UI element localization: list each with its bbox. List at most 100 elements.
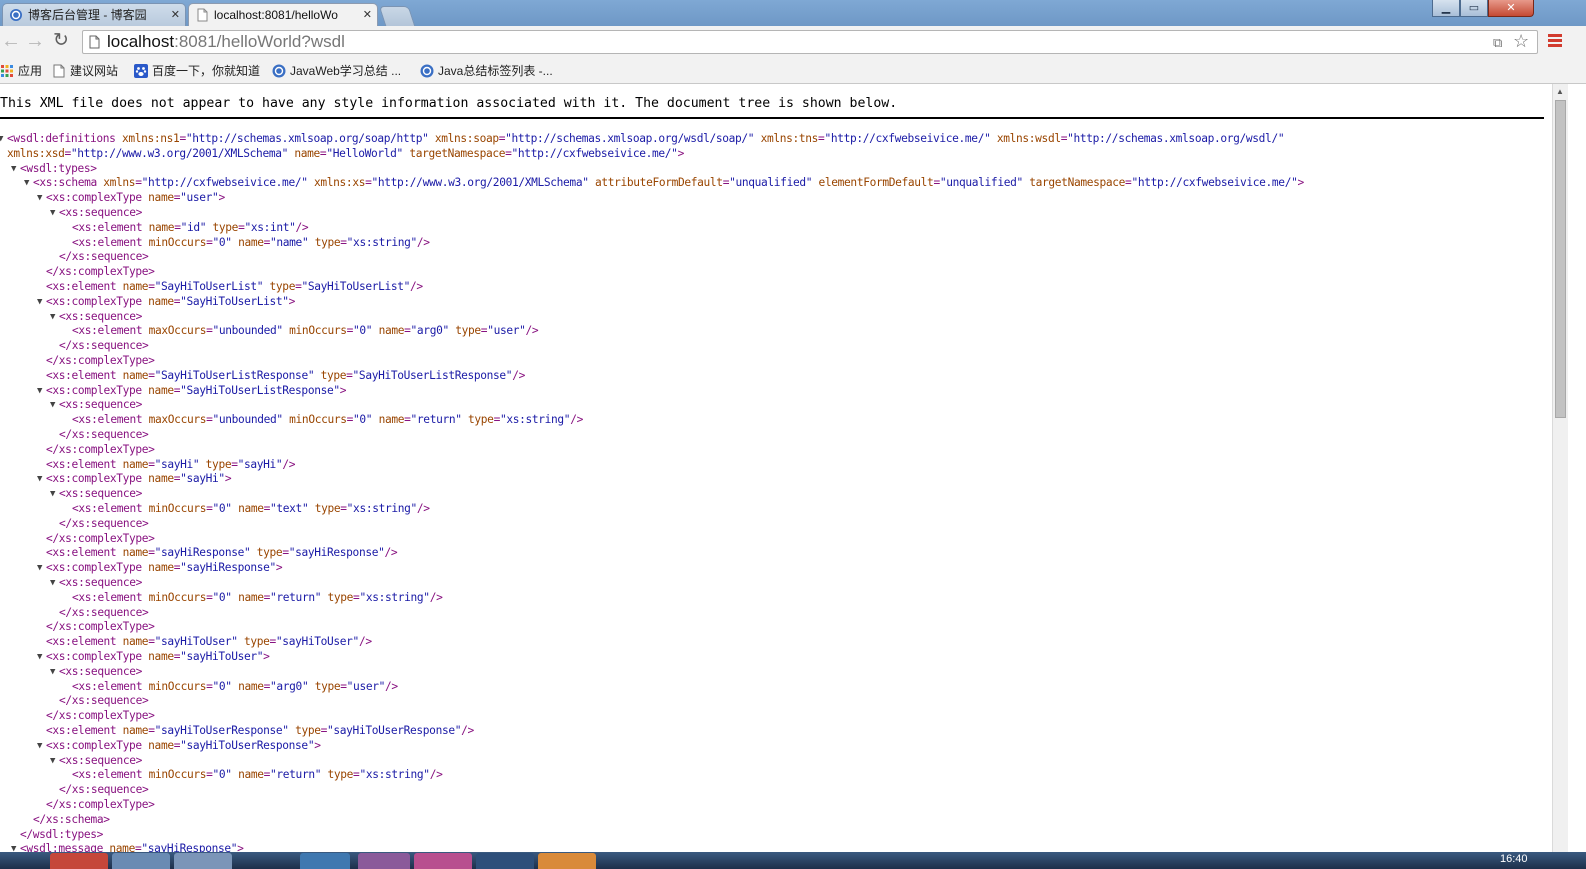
scroll-up-arrow-icon[interactable]: ▲ (1556, 87, 1564, 96)
page-icon (197, 8, 208, 22)
xml-line-text: <xs:schema xmlns="http://cxfwebseivice.m… (33, 176, 1304, 191)
tab-blog-admin[interactable]: 博客后台管理 - 博客园 ✕ (2, 3, 186, 26)
xml-tag-text: <wsdl:definitions (7, 132, 122, 145)
xml-attr-value: "0" (353, 324, 373, 338)
close-icon[interactable]: ✕ (171, 4, 180, 26)
collapse-triangle-icon[interactable]: ▼ (37, 295, 42, 310)
taskbar-app-button[interactable] (476, 853, 534, 869)
xml-attr-value: "xs:string" (346, 502, 418, 515)
xml-tag-text: </xs:complexType> (46, 354, 155, 367)
url-text[interactable]: localhost:8081/helloWorld?wsdl (107, 32, 345, 52)
xml-line-text: </xs:sequence> (59, 783, 149, 798)
xml-attr-name: name (148, 294, 174, 308)
xml-attr-name: type (256, 546, 283, 560)
xml-tag-text: </xs:complexType> (46, 265, 155, 279)
xml-line-text: <xs:element maxOccurs="unbounded" minOcc… (72, 324, 539, 339)
xml-attr-name: type (320, 368, 347, 382)
collapse-triangle-icon[interactable]: ▼ (50, 754, 55, 769)
xml-attr-value: "0" (212, 768, 233, 782)
xml-tag-text: /> (385, 679, 398, 693)
xml-attr-name: name (378, 413, 405, 427)
forward-arrow-icon[interactable]: → (24, 30, 46, 52)
xml-attr-name: minOccurs (148, 679, 207, 693)
vertical-scrollbar[interactable]: ▲ (1552, 84, 1568, 869)
collapse-triangle-icon[interactable]: ▼ (37, 384, 42, 399)
bookmark-label: 应用 (18, 64, 43, 78)
close-window-button[interactable]: ✕ (1488, 0, 1534, 17)
collapse-triangle-icon[interactable]: ▼ (50, 310, 55, 325)
close-icon[interactable]: ✕ (363, 4, 372, 26)
xml-tag-text: <xs:element (72, 324, 149, 338)
xml-attr-name: type (295, 724, 321, 737)
xml-line-text: </xs:complexType> (46, 798, 155, 813)
xml-tag-text: <xs:element (46, 546, 123, 560)
bookmark-star-icon[interactable]: ☆ (1513, 31, 1529, 52)
collapse-triangle-icon[interactable]: ▼ (24, 176, 29, 191)
collapse-triangle-icon[interactable]: ▼ (50, 398, 55, 413)
xml-attr-name: xmlns:xsd (7, 146, 65, 160)
xml-line-text: </xs:sequence> (59, 428, 149, 443)
collapse-triangle-icon[interactable]: ▼ (37, 650, 42, 665)
tab-label: 博客后台管理 - 博客园 (28, 8, 147, 22)
xml-line-text: <xs:element name="sayHi" type="sayHi"/> (46, 458, 295, 473)
collapse-triangle-icon[interactable]: ▼ (50, 576, 55, 591)
xml-attr-name: name (238, 235, 264, 249)
xml-tag-text: > (339, 383, 347, 397)
xml-attr-name: xmlns:soap (434, 132, 499, 145)
xml-attr-name: name (148, 472, 174, 486)
collapse-triangle-icon[interactable]: ▼ (50, 487, 55, 502)
xml-attr-name: name (122, 635, 149, 649)
xml-tag-text: </xs:complexType> (46, 531, 155, 545)
collapse-triangle-icon[interactable]: ▼ (50, 665, 55, 680)
xml-line-text: <wsdl:types> (20, 162, 97, 177)
minimize-button[interactable]: ▁ (1432, 0, 1460, 17)
xml-line-text: <xs:complexType name="sayHi"> (46, 472, 232, 487)
xml-attr-value: "unqualified" (729, 176, 813, 190)
xml-tag-text: > (677, 146, 685, 160)
xml-line-text: </xs:schema> (33, 813, 110, 828)
xml-tag-text: /> (429, 590, 443, 604)
xml-tag-text: </xs:sequence> (59, 428, 149, 441)
taskbar-app-button[interactable] (414, 853, 472, 869)
reload-icon[interactable]: ↻ (50, 30, 72, 52)
xml-line-text: <xs:sequence> (59, 665, 142, 680)
xml-line-text: <xs:element minOccurs="0" name="return" … (72, 768, 443, 783)
xml-attr-name: type (314, 679, 341, 693)
translate-icon[interactable]: ⧉ (1493, 35, 1502, 51)
collapse-triangle-icon[interactable]: ▼ (0, 132, 3, 147)
menu-icon[interactable] (1548, 34, 1562, 50)
xml-tag-text: /> (429, 768, 443, 782)
back-arrow-icon[interactable]: ← (0, 30, 22, 52)
taskbar-app-button[interactable] (50, 853, 108, 869)
collapse-triangle-icon[interactable]: ▼ (37, 739, 42, 754)
new-tab-button[interactable] (378, 6, 416, 26)
address-bar[interactable]: localhost:8081/helloWorld?wsdl ⧉ ☆ (82, 30, 1538, 54)
maximize-button[interactable]: ▭ (1460, 0, 1488, 17)
collapse-triangle-icon[interactable]: ▼ (37, 472, 42, 487)
taskbar-app-button[interactable] (112, 853, 170, 869)
xml-attr-name: type (314, 235, 341, 249)
collapse-triangle-icon[interactable]: ▼ (37, 191, 42, 206)
xml-tag-text: /> (416, 502, 430, 515)
xml-attr-name: name (238, 768, 264, 782)
xml-tag-text: /> (295, 220, 309, 234)
xml-line-text: </xs:complexType> (46, 354, 155, 369)
scroll-thumb[interactable] (1555, 100, 1566, 418)
xml-attr-value: "http://www.w3.org/2001/XMLSchema" (70, 146, 288, 160)
xml-attr-value: "sayHiToUser" (180, 650, 264, 663)
taskbar-app-button[interactable] (300, 853, 350, 869)
taskbar-app-button[interactable] (358, 853, 410, 869)
collapse-triangle-icon[interactable]: ▼ (37, 561, 42, 576)
tab-localhost[interactable]: localhost:8081/helloWo ✕ (188, 3, 378, 26)
taskbar-app-button[interactable] (174, 853, 232, 869)
xml-line-text: <xs:element name="SayHiToUserListRespons… (46, 369, 525, 384)
taskbar-app-button[interactable] (538, 853, 596, 869)
xml-attr-value: "sayHi" (237, 457, 283, 471)
collapse-triangle-icon[interactable]: ▼ (11, 162, 16, 177)
xml-tag-text: <xs:element (72, 768, 149, 782)
xml-tag-text: <xs:schema (33, 176, 104, 190)
xml-attr-value: "sayHiResponse" (154, 546, 251, 560)
xml-attr-name: targetNamespace (409, 146, 506, 160)
collapse-triangle-icon[interactable]: ▼ (50, 206, 55, 221)
xml-attr-value: "unbounded" (212, 413, 284, 427)
